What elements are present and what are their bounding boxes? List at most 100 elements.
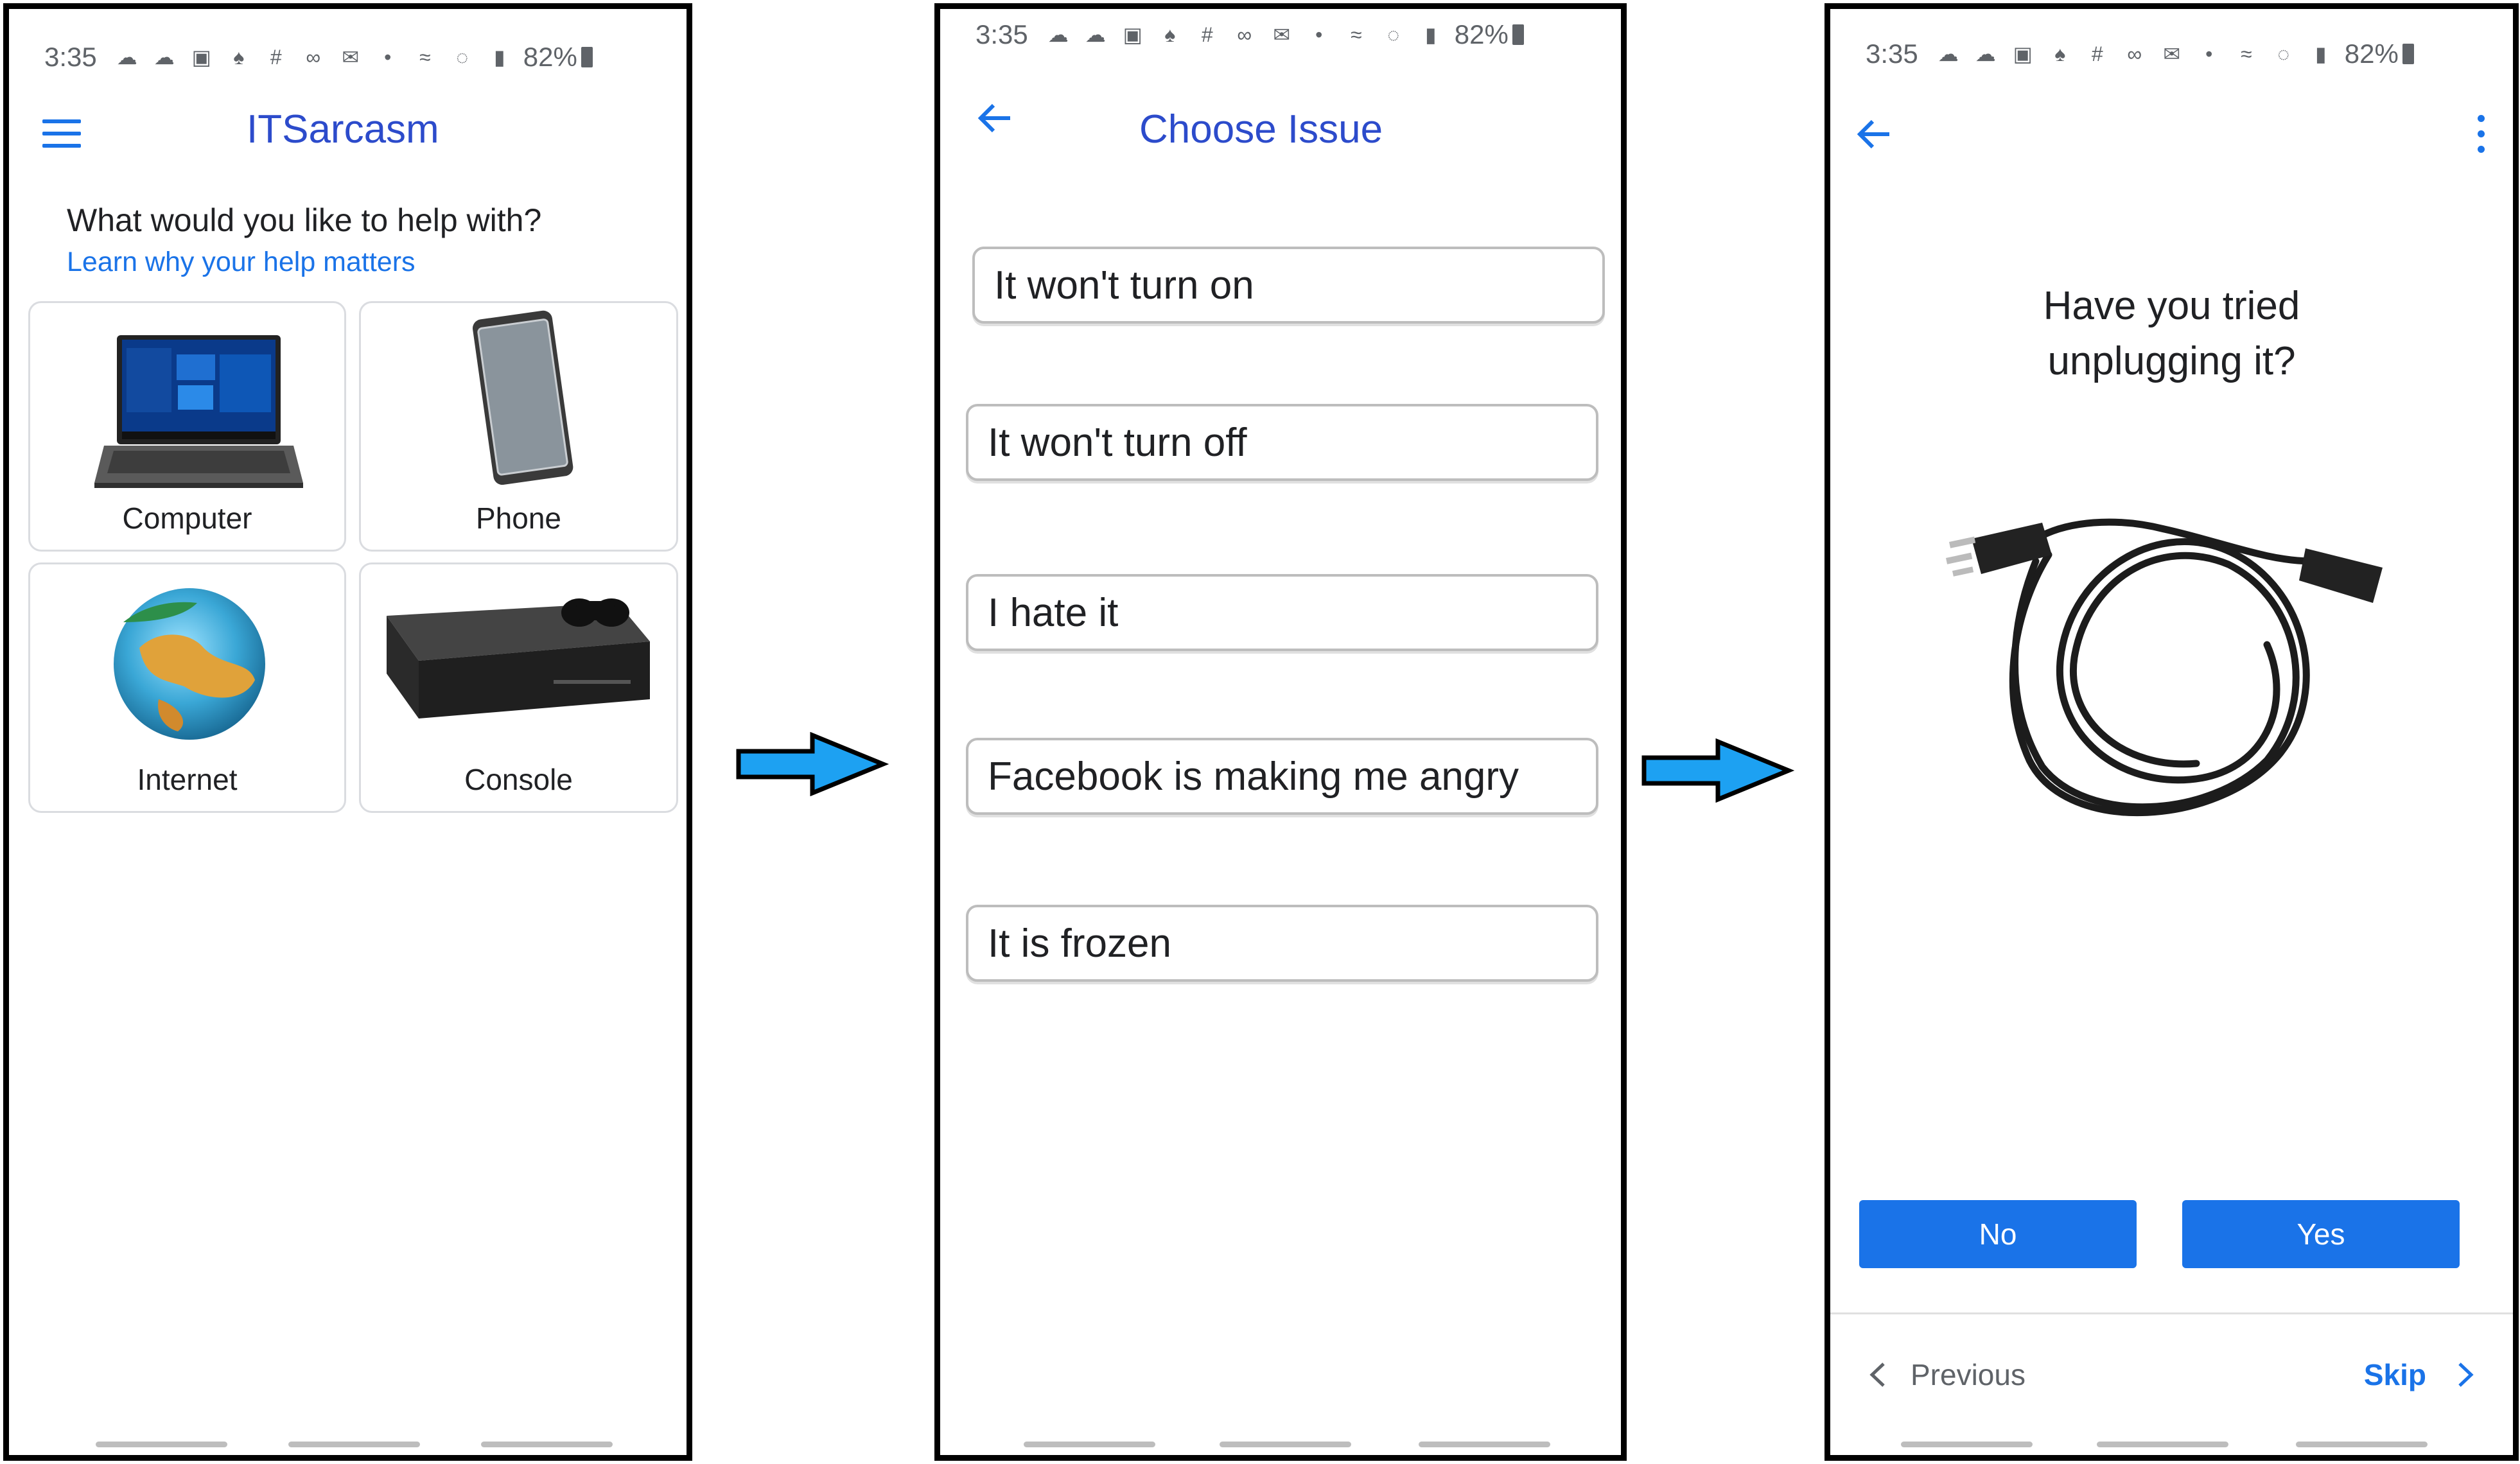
category-label: Computer: [122, 501, 252, 535]
category-tile-console[interactable]: Console: [359, 562, 678, 813]
cloud-icon: ☁: [116, 46, 137, 69]
dot-icon: •: [1315, 22, 1323, 46]
chat-icon: ▣: [191, 46, 211, 69]
prompt-line: unplugging it?: [2047, 339, 2296, 383]
more-options-icon[interactable]: [2474, 115, 2487, 153]
battery-icon: [2402, 44, 2414, 64]
flow-arrow-icon: [1641, 738, 1795, 803]
back-arrow-icon[interactable]: [976, 99, 1014, 137]
battery-icon: [1512, 24, 1524, 45]
battery-percentage: 82%: [2344, 39, 2399, 69]
cloud-icon: ☁: [1047, 23, 1069, 46]
signal-icon: ▮: [2314, 42, 2327, 65]
status-time: 3:35: [44, 42, 97, 72]
battery-percentage: 82%: [523, 42, 577, 72]
status-icons: ☁ ☁ ▣ ♠ # ∞ ✉ • ≈ ◌ ▮: [1044, 22, 1446, 47]
voicemail-icon: ∞: [2127, 42, 2142, 65]
phone-screen-categories: 3:35 ☁ ☁ ▣ ♠ # ∞ ✉ • ≈ ◌ ▮ 82% ITSarcasm…: [3, 3, 692, 1461]
volte-icon: ◌: [1387, 22, 1400, 46]
slack-icon: #: [1201, 22, 1213, 46]
yes-button[interactable]: Yes: [2182, 1200, 2460, 1268]
cloud-icon: ☁: [153, 46, 175, 69]
voicemail-icon: ∞: [306, 45, 321, 69]
app-title: ITSarcasm: [247, 107, 439, 152]
status-icons: ☁ ☁ ▣ ♠ # ∞ ✉ • ≈ ◌ ▮: [112, 45, 514, 69]
question-heading: What would you like to help with?: [67, 202, 542, 238]
globe-image: [114, 588, 265, 740]
screen-title: Choose Issue: [1139, 107, 1383, 152]
cloud-icon: ☁: [1975, 42, 1996, 65]
category-label: Internet: [137, 763, 238, 796]
back-arrow-icon[interactable]: [1855, 115, 1893, 153]
skip-button[interactable]: Skip: [2364, 1357, 2478, 1392]
cloud-icon: ☁: [1938, 42, 1959, 65]
hamburger-menu-icon[interactable]: [42, 119, 81, 148]
mail-icon: ✉: [342, 46, 360, 69]
chat-icon: ▣: [2013, 42, 2033, 65]
battery-percentage: 82%: [1454, 19, 1509, 49]
wifi-icon: ≈: [419, 45, 431, 69]
troubleshoot-prompt: Have you tried unplugging it?: [1830, 279, 2513, 389]
previous-button[interactable]: Previous: [1866, 1357, 2026, 1392]
divider: [1830, 1312, 2513, 1314]
nav-bar-handle: [1024, 1442, 1155, 1447]
mail-icon: ✉: [2163, 42, 2181, 65]
category-tile-internet[interactable]: Internet: [28, 562, 346, 813]
battery-icon: [581, 47, 593, 67]
chat-icon: ▣: [1123, 23, 1142, 46]
signal-icon: ▮: [493, 46, 505, 69]
status-time: 3:35: [976, 19, 1028, 49]
snapchat-icon: ♠: [233, 45, 245, 69]
snapchat-icon: ♠: [1164, 22, 1176, 46]
snapchat-icon: ♠: [2054, 42, 2066, 65]
learn-more-link[interactable]: Learn why your help matters: [67, 247, 416, 278]
issue-option[interactable]: It won't turn off: [966, 404, 1598, 481]
laptop-image: [94, 335, 303, 488]
wifi-icon: ≈: [1350, 22, 1362, 46]
volte-icon: ◌: [2277, 42, 2290, 65]
mail-icon: ✉: [1273, 23, 1291, 46]
voicemail-icon: ∞: [1237, 22, 1252, 46]
signal-icon: ▮: [1424, 23, 1437, 46]
status-bar: 3:35 ☁ ☁ ▣ ♠ # ∞ ✉ • ≈ ◌ ▮ 82%: [940, 9, 1621, 60]
nav-bar-handle: [1220, 1442, 1351, 1447]
no-button[interactable]: No: [1859, 1200, 2137, 1268]
issue-option[interactable]: Facebook is making me angry: [966, 738, 1598, 815]
status-time: 3:35: [1866, 39, 1918, 69]
category-tile-computer[interactable]: Computer: [28, 301, 346, 552]
issue-option[interactable]: It won't turn on: [972, 247, 1605, 324]
issue-option[interactable]: It is frozen: [966, 905, 1598, 982]
status-bar: 3:35 ☁ ☁ ▣ ♠ # ∞ ✉ • ≈ ◌ ▮ 82%: [9, 22, 687, 92]
phone-screen-troubleshoot: 3:35 ☁ ☁ ▣ ♠ # ∞ ✉ • ≈ ◌ ▮ 82% Have you …: [1824, 3, 2519, 1461]
nav-bar-handle: [2097, 1442, 2228, 1447]
status-bar: 3:35 ☁ ☁ ▣ ♠ # ∞ ✉ • ≈ ◌ ▮ 82%: [1830, 19, 2513, 89]
status-icons: ☁ ☁ ▣ ♠ # ∞ ✉ • ≈ ◌ ▮: [1934, 42, 2336, 66]
skip-label: Skip: [2363, 1358, 2426, 1391]
wifi-icon: ≈: [2240, 42, 2252, 65]
slack-icon: #: [2091, 42, 2103, 65]
nav-bar-handle: [1419, 1442, 1550, 1447]
cloud-icon: ☁: [1085, 23, 1106, 46]
category-label: Console: [464, 763, 573, 796]
category-label: Phone: [475, 501, 561, 535]
nav-bar-handle: [2296, 1442, 2428, 1447]
nav-bar-handle: [96, 1442, 227, 1447]
chevron-left-icon: [1869, 1363, 1885, 1387]
phone-screen-choose-issue: 3:35 ☁ ☁ ▣ ♠ # ∞ ✉ • ≈ ◌ ▮ 82% Choose Is…: [934, 3, 1627, 1461]
issue-option[interactable]: I hate it: [966, 574, 1598, 651]
nav-bar-handle: [288, 1442, 420, 1447]
dot-icon: •: [384, 45, 392, 69]
volte-icon: ◌: [456, 45, 469, 69]
category-tile-phone[interactable]: Phone: [359, 301, 678, 552]
prompt-line: Have you tried: [2043, 284, 2300, 328]
previous-label: Previous: [1911, 1358, 2026, 1391]
chevron-right-icon: [2458, 1363, 2474, 1387]
dot-icon: •: [2205, 42, 2213, 65]
console-image: [387, 598, 650, 719]
nav-bar-handle: [481, 1442, 613, 1447]
power-cord-image: [1946, 518, 2383, 817]
slack-icon: #: [270, 45, 282, 69]
flow-arrow-icon: [736, 732, 889, 796]
nav-bar-handle: [1901, 1442, 2033, 1447]
phone-image: [473, 310, 573, 485]
